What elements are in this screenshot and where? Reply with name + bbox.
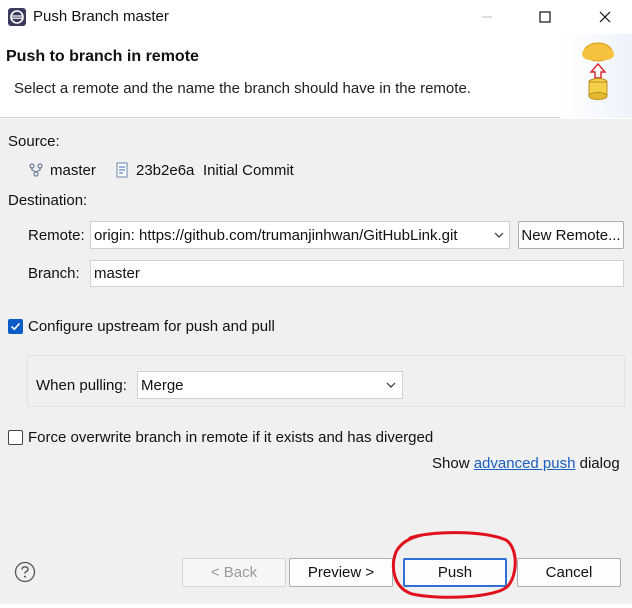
banner-art bbox=[560, 34, 632, 118]
when-pulling-label: When pulling: bbox=[36, 377, 127, 394]
remote-label: Remote: bbox=[28, 227, 85, 244]
force-overwrite-label: Force overwrite branch in remote if it e… bbox=[28, 429, 434, 446]
remote-select-value: origin: https://github.com/trumanjinhwan… bbox=[94, 226, 458, 244]
remote-select[interactable]: origin: https://github.com/trumanjinhwan… bbox=[90, 221, 510, 249]
cloud-push-icon bbox=[582, 42, 614, 100]
branch-icon bbox=[28, 162, 44, 182]
cancel-button[interactable]: Cancel bbox=[517, 558, 621, 587]
close-icon bbox=[599, 11, 611, 23]
configure-upstream-label: Configure upstream for push and pull bbox=[28, 318, 275, 335]
advanced-push-text: Show advanced push dialog bbox=[432, 455, 620, 472]
help-icon bbox=[14, 561, 36, 583]
branch-input[interactable]: master bbox=[90, 260, 624, 287]
maximize-icon bbox=[539, 11, 551, 23]
force-overwrite-checkbox[interactable] bbox=[8, 430, 23, 445]
when-pulling-value: Merge bbox=[141, 376, 184, 394]
branch-label: Branch: bbox=[28, 265, 80, 282]
commit-icon bbox=[114, 162, 130, 182]
new-remote-button[interactable]: New Remote... bbox=[518, 221, 624, 249]
preview-button[interactable]: Preview > bbox=[289, 558, 393, 587]
commit-message: Initial Commit bbox=[203, 162, 294, 179]
advanced-push-link[interactable]: advanced push bbox=[474, 455, 576, 472]
commit-id: 23b2e6a bbox=[136, 162, 195, 179]
destination-label: Destination: bbox=[8, 192, 88, 209]
configure-upstream-checkbox[interactable] bbox=[8, 319, 23, 334]
chevron-down-icon bbox=[494, 232, 504, 238]
checkmark-icon bbox=[10, 322, 21, 331]
window-title: Push Branch master bbox=[33, 8, 169, 25]
maximize-button[interactable] bbox=[522, 0, 568, 34]
help-button[interactable] bbox=[14, 561, 36, 587]
when-pulling-select[interactable]: Merge bbox=[137, 371, 403, 399]
close-button[interactable] bbox=[582, 0, 628, 34]
dialog-header-banner bbox=[0, 34, 632, 118]
back-button[interactable]: < Back bbox=[182, 558, 286, 587]
chevron-down-icon bbox=[386, 382, 396, 388]
minimize-icon bbox=[482, 16, 492, 18]
minimize-button[interactable] bbox=[464, 0, 510, 34]
advanced-suffix: dialog bbox=[575, 455, 620, 472]
source-branch-name: master bbox=[50, 162, 96, 179]
eclipse-app-icon bbox=[7, 7, 27, 27]
dialog-heading: Push to branch in remote bbox=[6, 48, 199, 65]
source-label: Source: bbox=[8, 133, 60, 150]
push-button[interactable]: Push bbox=[403, 558, 507, 587]
advanced-prefix: Show bbox=[432, 455, 474, 472]
dialog-description: Select a remote and the name the branch … bbox=[14, 80, 471, 97]
